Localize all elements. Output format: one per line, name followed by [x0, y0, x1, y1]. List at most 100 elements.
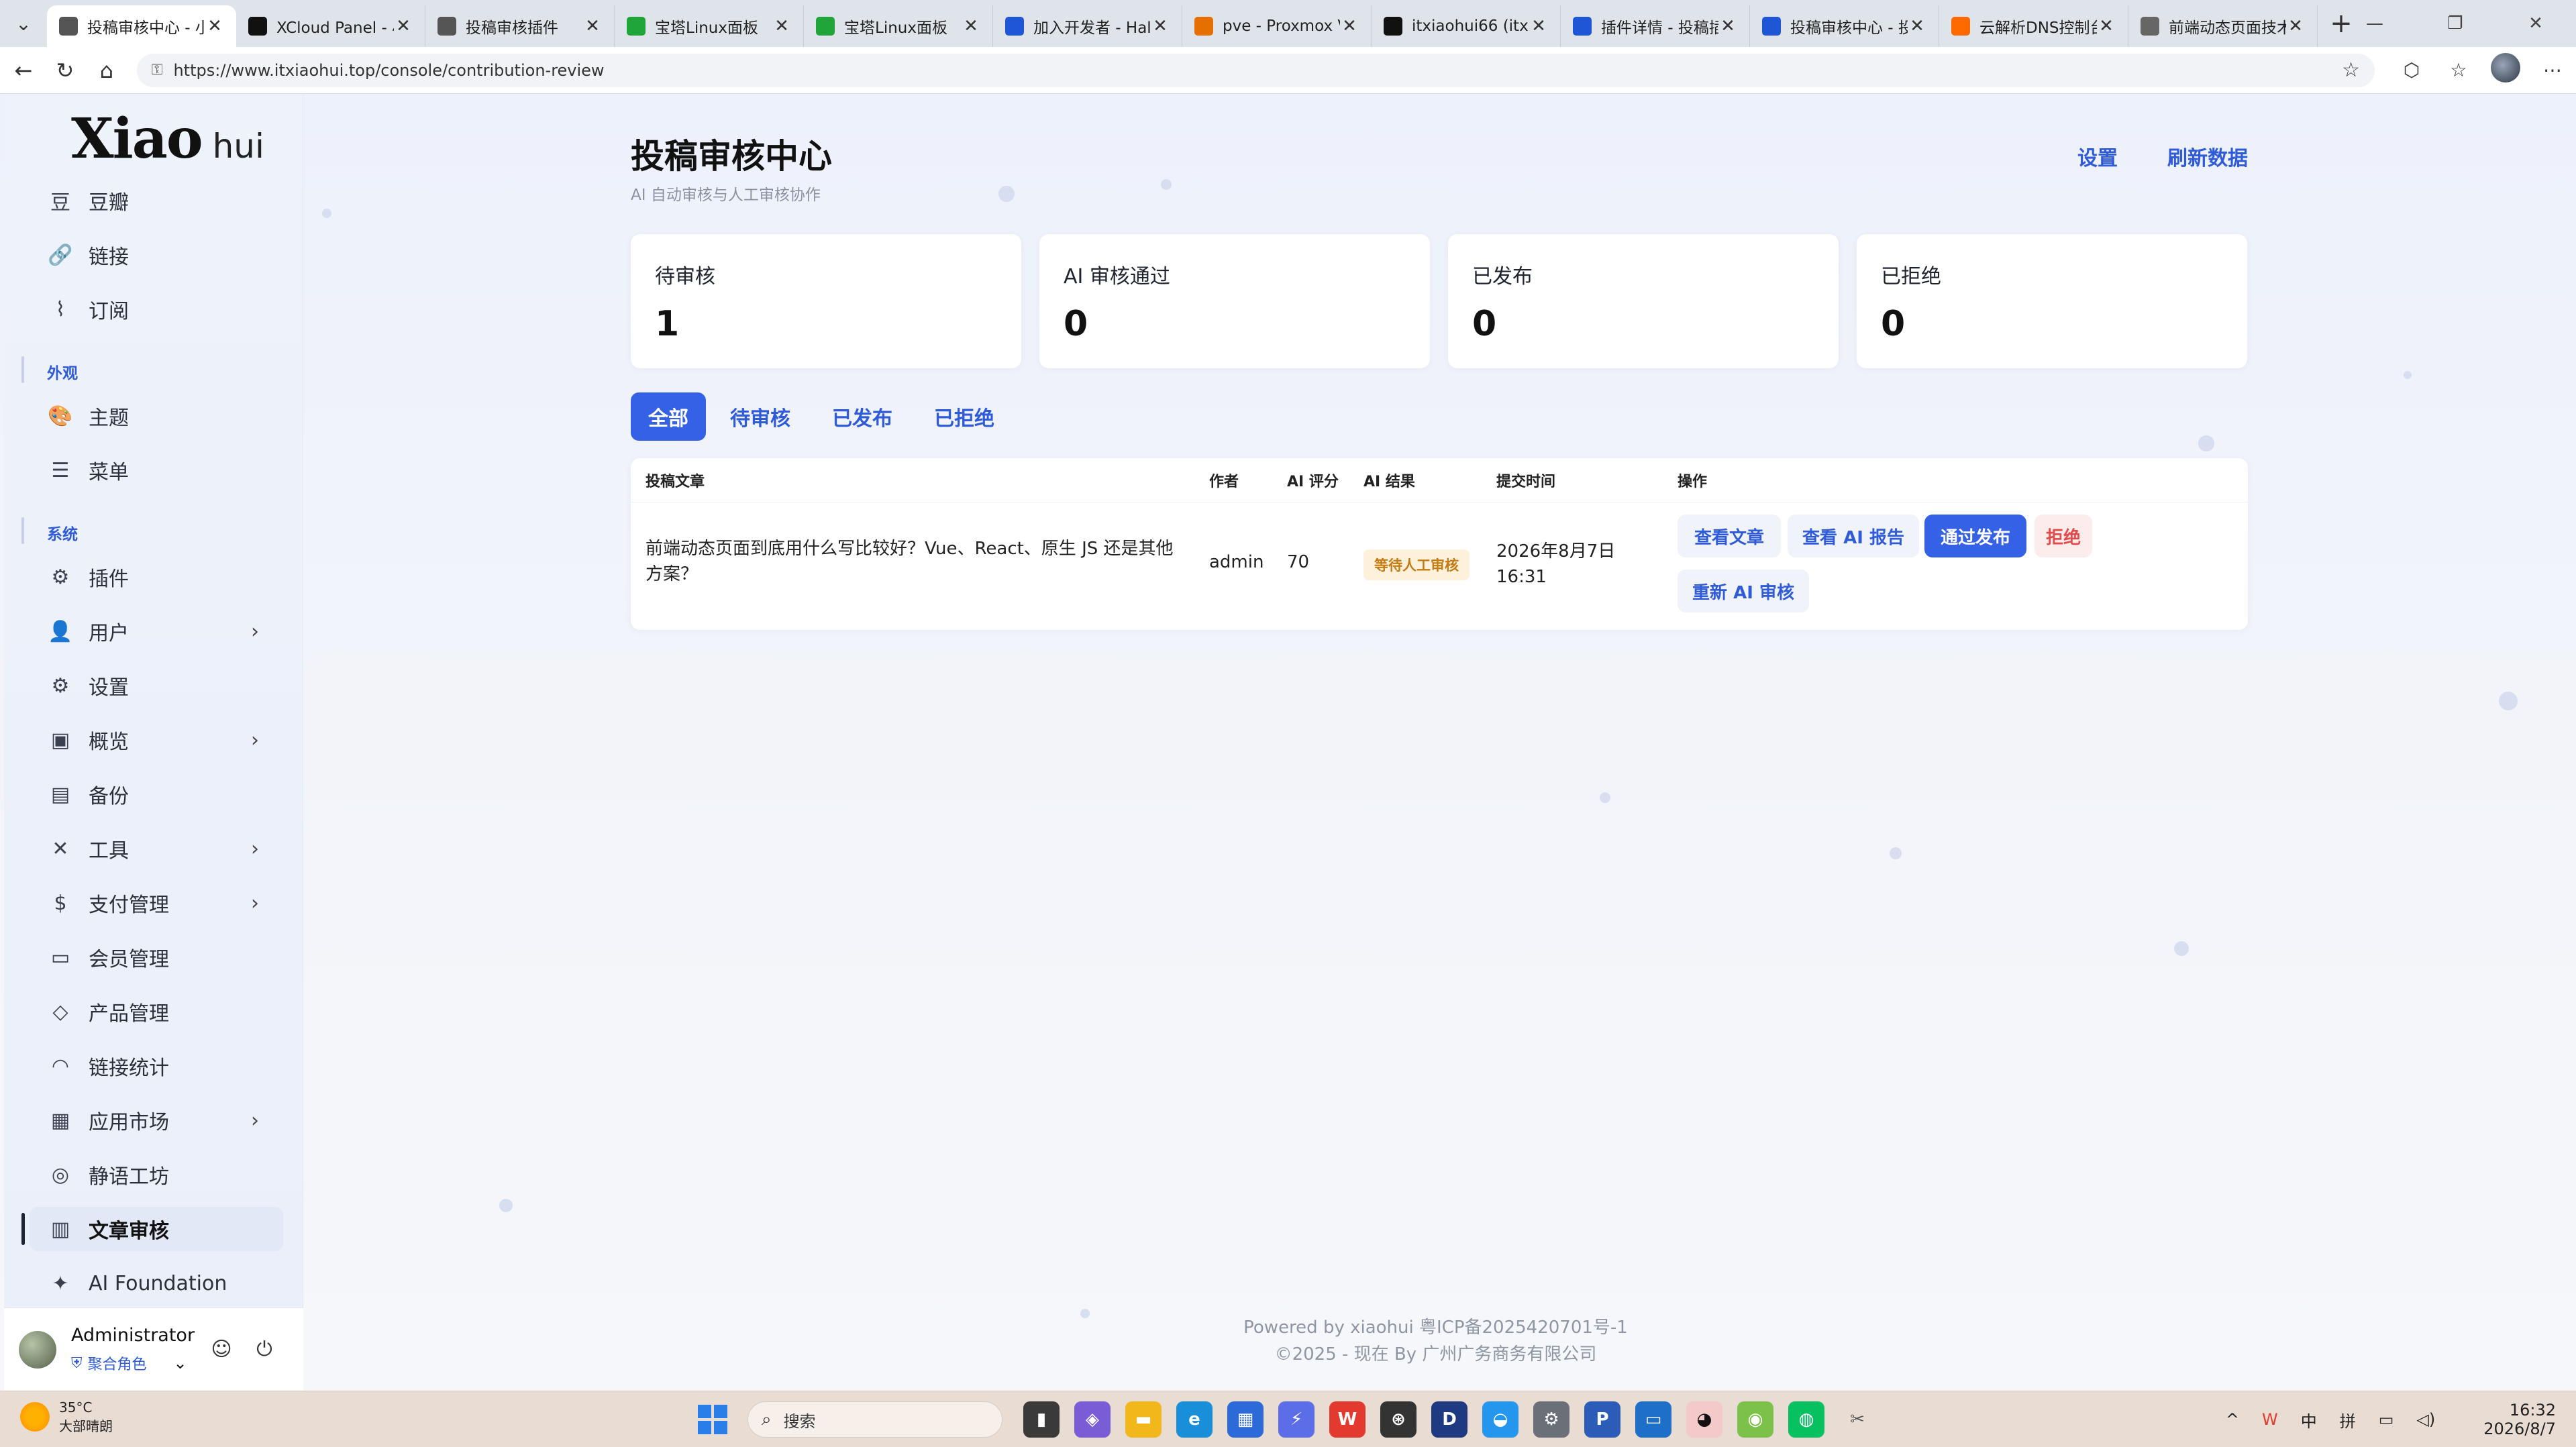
tab-search-chevron-icon[interactable]: ⌄	[0, 0, 47, 47]
close-icon[interactable]: ✕	[772, 16, 791, 36]
browser-tab[interactable]: 投稿审核中心 - 小慧✕	[47, 5, 236, 47]
article-title[interactable]: 前端动态页面到底用什么写比较好？Vue、React、原生 JS 还是其他方案？	[646, 536, 1182, 587]
sidebar-item-label: 产品管理	[89, 1002, 169, 1026]
chatgpt-icon[interactable]: ⊛	[1380, 1401, 1416, 1438]
sidebar-item-members[interactable]: ▭ 会员管理	[30, 935, 283, 979]
close-window-button[interactable]: ✕	[2495, 13, 2576, 34]
close-icon[interactable]: ✕	[1529, 16, 1548, 36]
weather-widget[interactable]: 35°C 大部晴朗	[20, 1398, 113, 1436]
browser-tab[interactable]: itxiaohui66 (itxiaoh✕	[1372, 5, 1561, 47]
network-icon[interactable]: ▭	[2379, 1410, 2394, 1429]
volume-icon[interactable]: ◁)	[2416, 1410, 2435, 1429]
site-logo[interactable]: Xiao hui	[71, 107, 264, 174]
page-subtitle: AI 自动审核与人工审核协作	[631, 186, 821, 204]
filter-tab-published[interactable]: 已发布	[815, 392, 910, 441]
view-ai-report-button[interactable]: 查看 AI 报告	[1788, 515, 1919, 557]
sidebar-item-payment[interactable]: $ 支付管理 ›	[30, 881, 283, 925]
close-icon[interactable]: ✕	[962, 16, 980, 36]
snipping-tool-icon[interactable]: ✂	[1839, 1401, 1875, 1438]
browser-tab[interactable]: 云解析DNS控制台 ✕	[1939, 5, 2128, 47]
reload-button[interactable]: ↻	[44, 58, 86, 83]
sidebar-item-article-review[interactable]: ▥ 文章审核	[30, 1207, 283, 1251]
sidebar-item-settings[interactable]: ⚙ 设置	[30, 663, 283, 708]
qq-icon[interactable]: ◕	[1686, 1401, 1722, 1438]
browser-tab[interactable]: pve - Proxmox Virtu✕	[1182, 5, 1372, 47]
start-button[interactable]	[698, 1405, 727, 1434]
browser-tab[interactable]: 投稿审核中心 - 投稿✕	[1750, 5, 1939, 47]
sidebar-item-backup[interactable]: ▤ 备份	[30, 772, 283, 816]
profile-avatar[interactable]	[2482, 53, 2529, 87]
remote-desktop-icon[interactable]: ▭	[1635, 1401, 1671, 1438]
view-article-button[interactable]: 查看文章	[1678, 515, 1781, 557]
close-icon[interactable]: ✕	[1908, 16, 1926, 36]
close-icon[interactable]: ✕	[1340, 16, 1359, 36]
sidebar-item-links[interactable]: 🔗 链接	[30, 233, 283, 277]
settings-link[interactable]: 设置	[2077, 142, 2118, 171]
browser-tab[interactable]: 前端动态页面技术选✕	[2128, 5, 2318, 47]
settings-app-icon[interactable]: ⚙	[1533, 1401, 1569, 1438]
sidebar-item-workshop[interactable]: ◎ 静语工坊	[30, 1153, 283, 1197]
taskbar-search[interactable]: ⌕ 搜索	[748, 1401, 1002, 1438]
close-icon[interactable]: ✕	[2286, 16, 2305, 36]
ime-pinyin[interactable]: 拼	[2340, 1408, 2356, 1432]
filter-tab-pending[interactable]: 待审核	[713, 392, 808, 441]
url-field[interactable]: ⚿ https://www.itxiaohui.top/console/cont…	[136, 53, 2375, 87]
sidebar-item-link-stats[interactable]: ◠ 链接统计	[30, 1044, 283, 1088]
rerun-ai-review-button[interactable]: 重新 AI 审核	[1678, 570, 1809, 612]
feishu-icon[interactable]: ⚡	[1278, 1401, 1315, 1438]
sidebar-item-menu[interactable]: ☰ 菜单	[30, 448, 283, 492]
sidebar-item-ai-foundation[interactable]: ✦ AI Foundation	[30, 1261, 283, 1305]
favorites-icon[interactable]: ☆	[2435, 59, 2482, 81]
home-button[interactable]: ⌂	[86, 58, 127, 83]
browser-tab[interactable]: 宝塔Linux面板 ✕	[804, 5, 993, 47]
copilot-icon[interactable]: ◈	[1074, 1401, 1111, 1438]
browser-tab[interactable]: XCloud Panel - 小慧✕	[236, 5, 425, 47]
edge-icon[interactable]: e	[1176, 1401, 1213, 1438]
clock[interactable]: 16:32 2026/8/7	[2461, 1401, 2556, 1438]
sidebar-item-subscribe[interactable]: ⌇ 订阅	[30, 287, 283, 331]
browser-tab[interactable]: 插件详情 - 投稿插件✕	[1561, 5, 1750, 47]
devtools-icon[interactable]: D	[1431, 1401, 1467, 1438]
clash-icon[interactable]: ◉	[1737, 1401, 1773, 1438]
filter-tab-all[interactable]: 全部	[631, 392, 706, 441]
browser-tab[interactable]: 加入开发者 - Halo ✕	[993, 5, 1182, 47]
docker-icon[interactable]: ◒	[1482, 1401, 1518, 1438]
pycharm-icon[interactable]: P	[1584, 1401, 1620, 1438]
back-button[interactable]: ←	[3, 58, 44, 83]
browser-menu-icon[interactable]: ⋯	[2529, 59, 2576, 81]
close-icon[interactable]: ✕	[583, 16, 602, 36]
wechat-icon[interactable]: ◍	[1788, 1401, 1824, 1438]
reject-button[interactable]: 拒绝	[2034, 515, 2092, 557]
close-icon[interactable]: ✕	[1151, 16, 1170, 36]
sidebar-item-app-market[interactable]: ▦ 应用市场 ›	[30, 1098, 283, 1142]
refresh-data-link[interactable]: 刷新数据	[2167, 142, 2248, 171]
browser-tab[interactable]: 宝塔Linux面板 ✕	[615, 5, 804, 47]
sidebar-item-theme[interactable]: 🎨 主题	[30, 394, 283, 438]
tray-overflow-icon[interactable]: ^	[2226, 1410, 2239, 1429]
sidebar-item-users[interactable]: 👤 用户 ›	[30, 609, 283, 653]
sidebar-item-douban[interactable]: 豆豆瓣	[30, 178, 283, 223]
ime-mode[interactable]: 中	[2301, 1408, 2317, 1432]
store-icon[interactable]: ▦	[1227, 1401, 1264, 1438]
bookmark-star-icon[interactable]: ☆	[2342, 58, 2360, 82]
sidebar-item-tools[interactable]: ✕ 工具 ›	[30, 826, 283, 871]
restore-button[interactable]: ❐	[2415, 13, 2495, 34]
sidebar-item-overview[interactable]: ▣ 概览 ›	[30, 718, 283, 762]
wps-tray-icon[interactable]: W	[2262, 1410, 2278, 1429]
filter-tab-rejected[interactable]: 已拒绝	[917, 392, 1012, 441]
browser-tab[interactable]: 投稿审核插件 ✕	[425, 5, 615, 47]
site-info-icon[interactable]: ⚿	[152, 62, 163, 78]
wps-icon[interactable]: W	[1329, 1401, 1366, 1438]
task-view-icon[interactable]: ▮	[1023, 1401, 1060, 1438]
close-icon[interactable]: ✕	[1718, 16, 1737, 36]
file-explorer-icon[interactable]: ▬	[1125, 1401, 1162, 1438]
close-icon[interactable]: ✕	[394, 16, 413, 36]
close-icon[interactable]: ✕	[205, 16, 224, 36]
minimize-button[interactable]: —	[2334, 13, 2415, 34]
extensions-icon[interactable]: ⬡	[2388, 59, 2435, 81]
url-text[interactable]: https://www.itxiaohui.top/console/contri…	[173, 61, 2342, 80]
close-icon[interactable]: ✕	[2097, 16, 2116, 36]
approve-publish-button[interactable]: 通过发布	[1924, 515, 2026, 557]
sidebar-item-products[interactable]: ◇ 产品管理	[30, 989, 283, 1034]
sidebar-item-plugins[interactable]: ⚙ 插件	[30, 555, 283, 599]
